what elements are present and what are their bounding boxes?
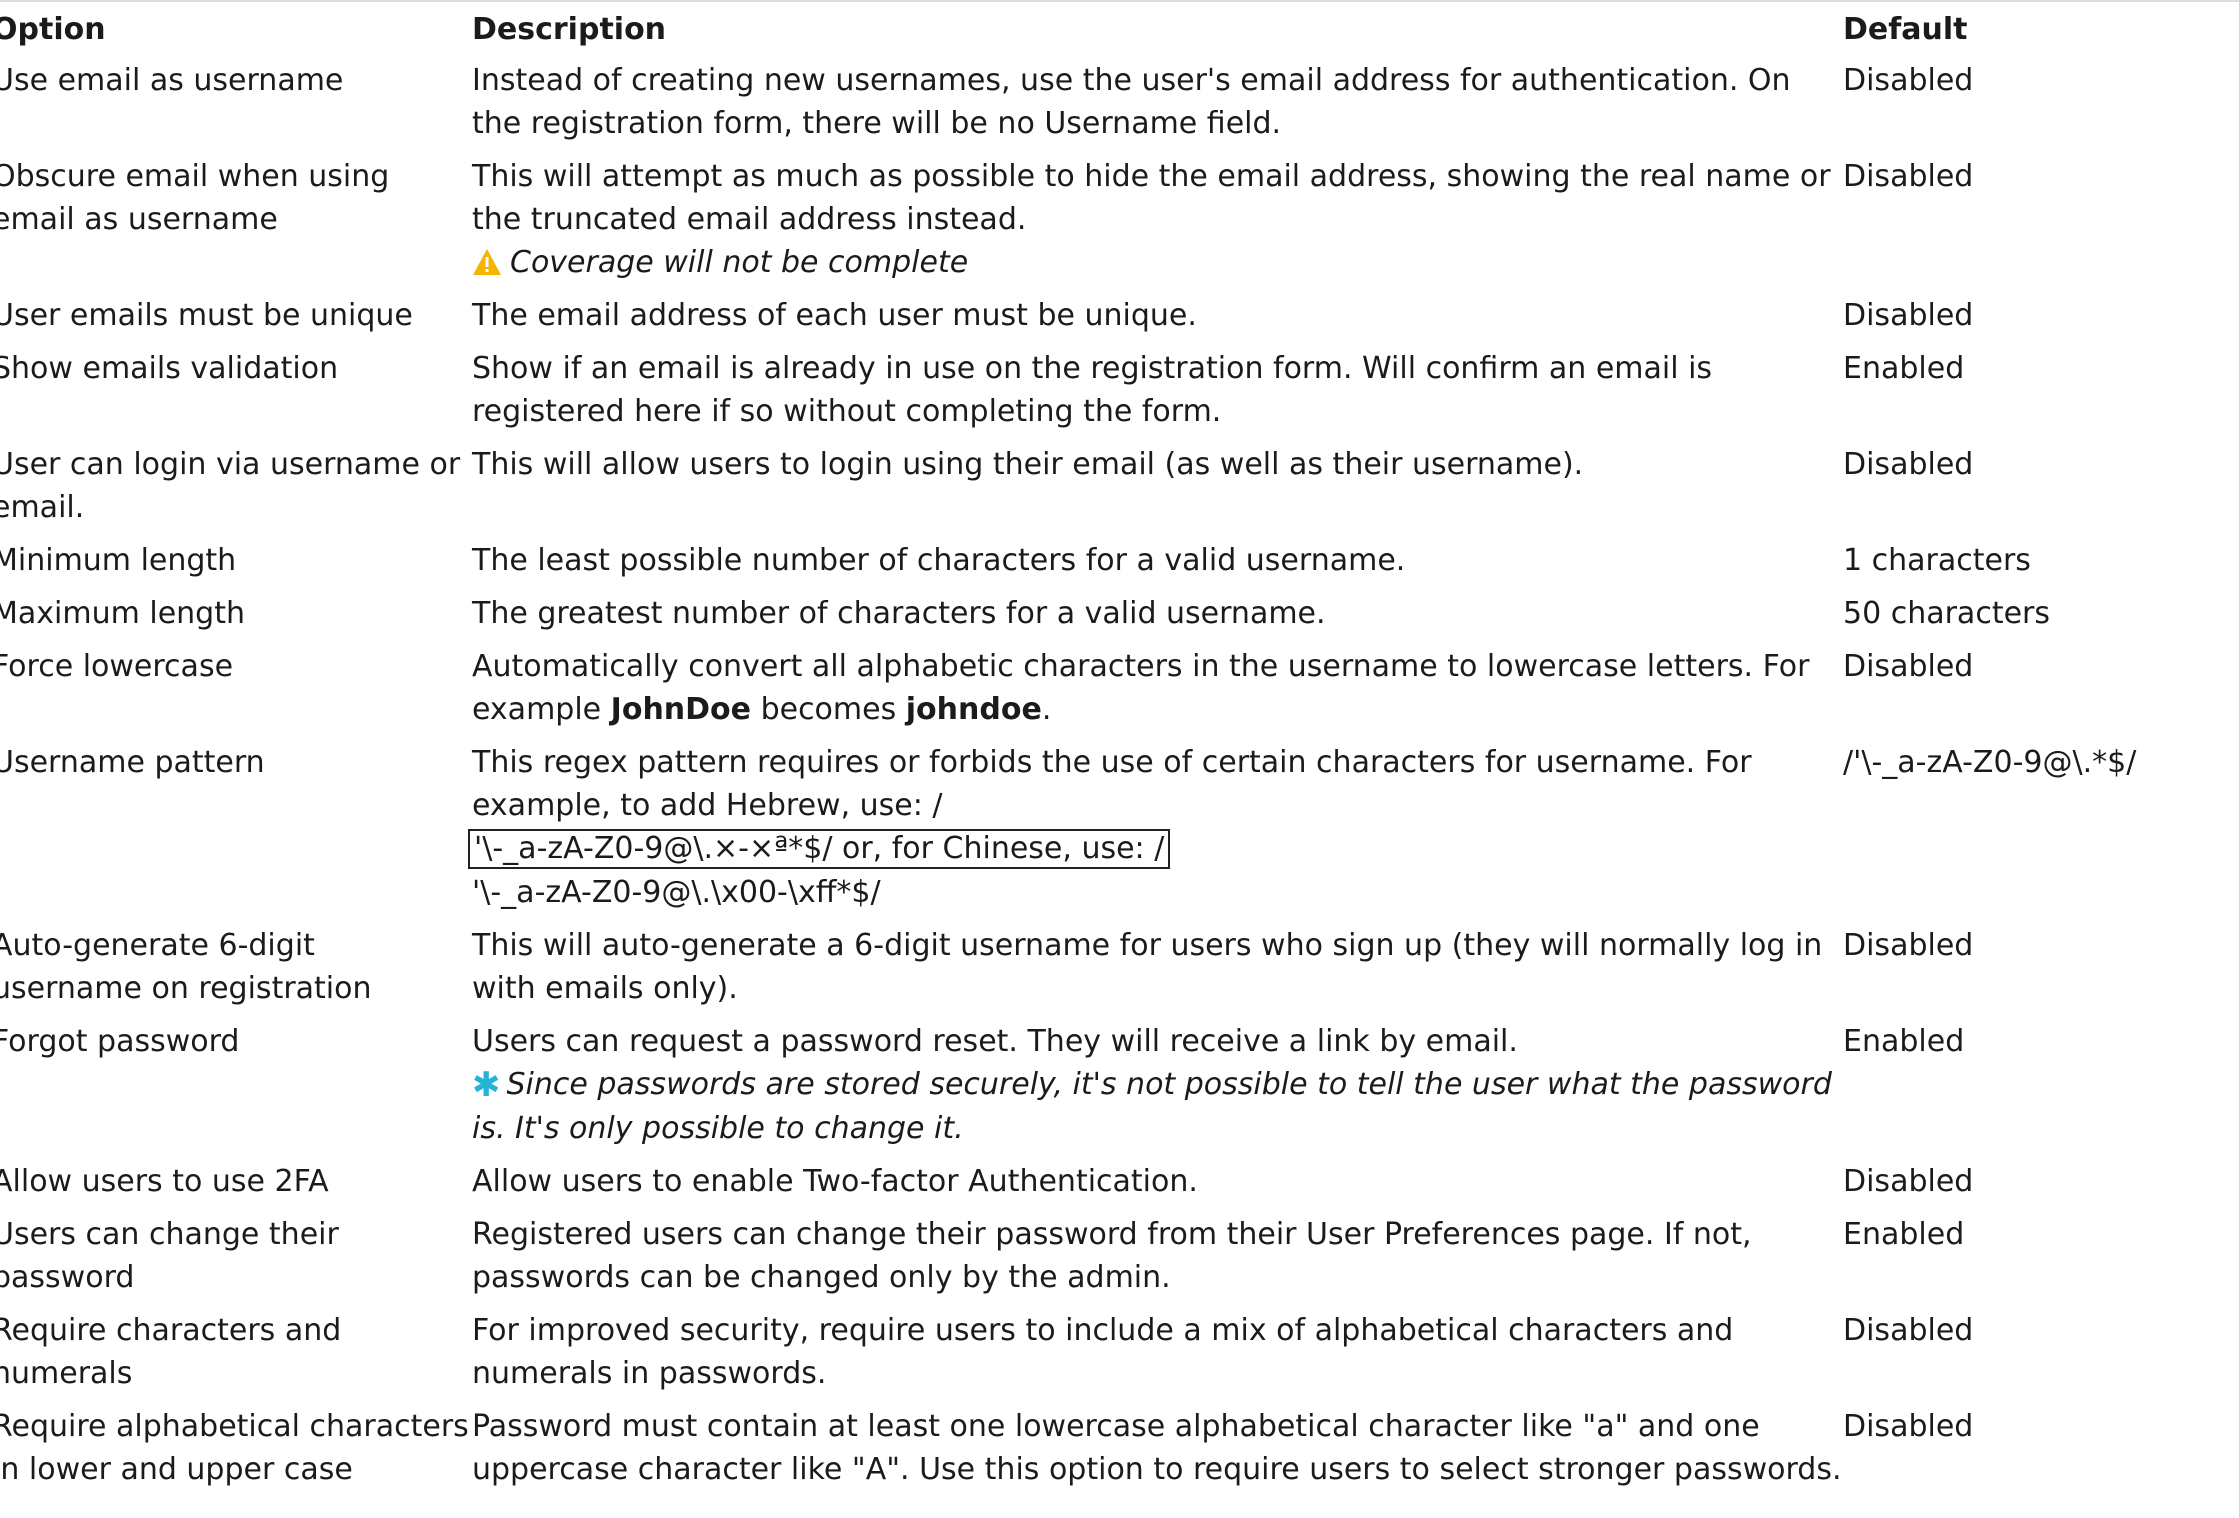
option-description: This will allow users to login using the… (472, 447, 1584, 482)
option-name: Auto-generate 6-digit username on regist… (0, 928, 372, 1006)
option-description: For improved security, require users to … (472, 1313, 1734, 1391)
option-default: Enabled (1843, 1217, 1965, 1252)
option-name: Require alphabetical characters in lower… (0, 1409, 469, 1487)
option-default: 50 characters (1843, 596, 2050, 631)
table-row: User emails must be unique The email add… (0, 294, 2183, 347)
header-description: Description (472, 12, 667, 47)
description-text: becomes (751, 692, 906, 727)
option-name: Obscure email when using email as userna… (0, 159, 390, 237)
option-name: Minimum length (0, 543, 237, 578)
option-description-cell: This will attempt as much as possible to… (472, 155, 1843, 294)
table-row: Require alphabetical characters in lower… (0, 1405, 2183, 1501)
option-description-cell: Automatically convert all alphabetic cha… (472, 645, 1843, 741)
table-row: Minimum length The least possible number… (0, 539, 2183, 592)
page: Option Description Default Use email as … (0, 0, 2239, 1518)
option-description: Show if an email is already in use on th… (472, 351, 1713, 429)
description-text: . (1041, 692, 1052, 727)
table-row: Username pattern This regex pattern requ… (0, 741, 2183, 924)
option-description: This will attempt as much as possible to… (472, 159, 1831, 237)
option-name: Use email as username (0, 63, 344, 98)
table-row: Show emails validation Show if an email … (0, 347, 2183, 443)
option-default: Disabled (1843, 1164, 1974, 1199)
header-default: Default (1843, 12, 1968, 47)
option-note: ✱ Since passwords are stored securely, it… (472, 1063, 1843, 1150)
example-before: JohnDoe (610, 692, 752, 727)
option-default: Disabled (1843, 298, 1974, 333)
table-row: User can login via username or email. Th… (0, 443, 2183, 539)
option-name: User emails must be unique (0, 298, 413, 333)
option-note-text: Since passwords are stored securely, it'… (472, 1067, 1832, 1146)
option-default: Disabled (1843, 1313, 1974, 1348)
table-row: Forgot password Users can request a pass… (0, 1020, 2183, 1160)
option-description: Users can request a password reset. They… (472, 1024, 1518, 1059)
option-name: Maximum length (0, 596, 245, 631)
header-option: Option (0, 12, 106, 47)
asterisk-icon: ✱ (472, 1065, 501, 1105)
table-row: Auto-generate 6-digit username on regist… (0, 924, 2183, 1020)
option-description: This regex pattern requires or forbids t… (472, 745, 1752, 823)
option-description: The least possible number of characters … (472, 543, 1406, 578)
table-header-row: Option Description Default (0, 8, 2183, 59)
option-name: Username pattern (0, 745, 265, 780)
option-description: This will auto-generate a 6-digit userna… (472, 928, 1823, 1006)
option-default: Enabled (1843, 351, 1965, 386)
option-default: Disabled (1843, 1409, 1974, 1444)
option-name: Show emails validation (0, 351, 339, 386)
option-note: Coverage will not be complete (472, 241, 1843, 284)
option-name: Users can change their password (0, 1217, 339, 1295)
table-row: Force lowercase Automatically convert al… (0, 645, 2183, 741)
option-name: Require characters and numerals (0, 1313, 342, 1391)
option-default: /'\-_a-zA-Z0-9@\.*$/ (1843, 745, 2137, 780)
table-row: Users can change their password Register… (0, 1213, 2183, 1309)
option-name: User can login via username or email. (0, 447, 461, 525)
table-row: Use email as username Instead of creatin… (0, 59, 2183, 155)
option-description: Allow users to enable Two-factor Authent… (472, 1164, 1198, 1199)
option-description: Registered users can change their passwo… (472, 1217, 1752, 1295)
option-default: Disabled (1843, 928, 1974, 963)
option-description: The email address of each user must be u… (472, 298, 1197, 333)
option-name: Force lowercase (0, 649, 234, 684)
top-divider (0, 0, 2239, 2)
table-row: Allow users to use 2FA Allow users to en… (0, 1160, 2183, 1213)
warning-icon (473, 249, 501, 275)
option-description: Password must contain at least one lower… (472, 1409, 1842, 1487)
table-row: Obscure email when using email as userna… (0, 155, 2183, 294)
regex-chinese: '\-_a-zA-Z0-9@\.\x00-\xff*$/ (472, 875, 881, 910)
option-default: Disabled (1843, 649, 1974, 684)
table-row: Require characters and numerals For impr… (0, 1309, 2183, 1405)
option-default: Enabled (1843, 1024, 1965, 1059)
option-default: 1 characters (1843, 543, 2031, 578)
options-table: Option Description Default Use email as … (0, 8, 2183, 1501)
example-after: johndoe (905, 692, 1042, 727)
option-default: Disabled (1843, 447, 1974, 482)
option-note-text: Coverage will not be complete (510, 245, 969, 280)
option-default: Disabled (1843, 63, 1974, 98)
option-name: Forgot password (0, 1024, 240, 1059)
option-name: Allow users to use 2FA (0, 1164, 329, 1199)
option-description: Instead of creating new usernames, use t… (472, 63, 1791, 141)
option-description: The greatest number of characters for a … (472, 596, 1326, 631)
regex-highlight-box: '\-_a-zA-Z0-9@\.×-×ª*$/ or, for Chinese,… (468, 829, 1171, 869)
table-row: Maximum length The greatest number of ch… (0, 592, 2183, 645)
option-description-cell: Users can request a password reset. They… (472, 1020, 1843, 1160)
option-default: Disabled (1843, 159, 1974, 194)
option-description-cell: This regex pattern requires or forbids t… (468, 741, 1843, 924)
